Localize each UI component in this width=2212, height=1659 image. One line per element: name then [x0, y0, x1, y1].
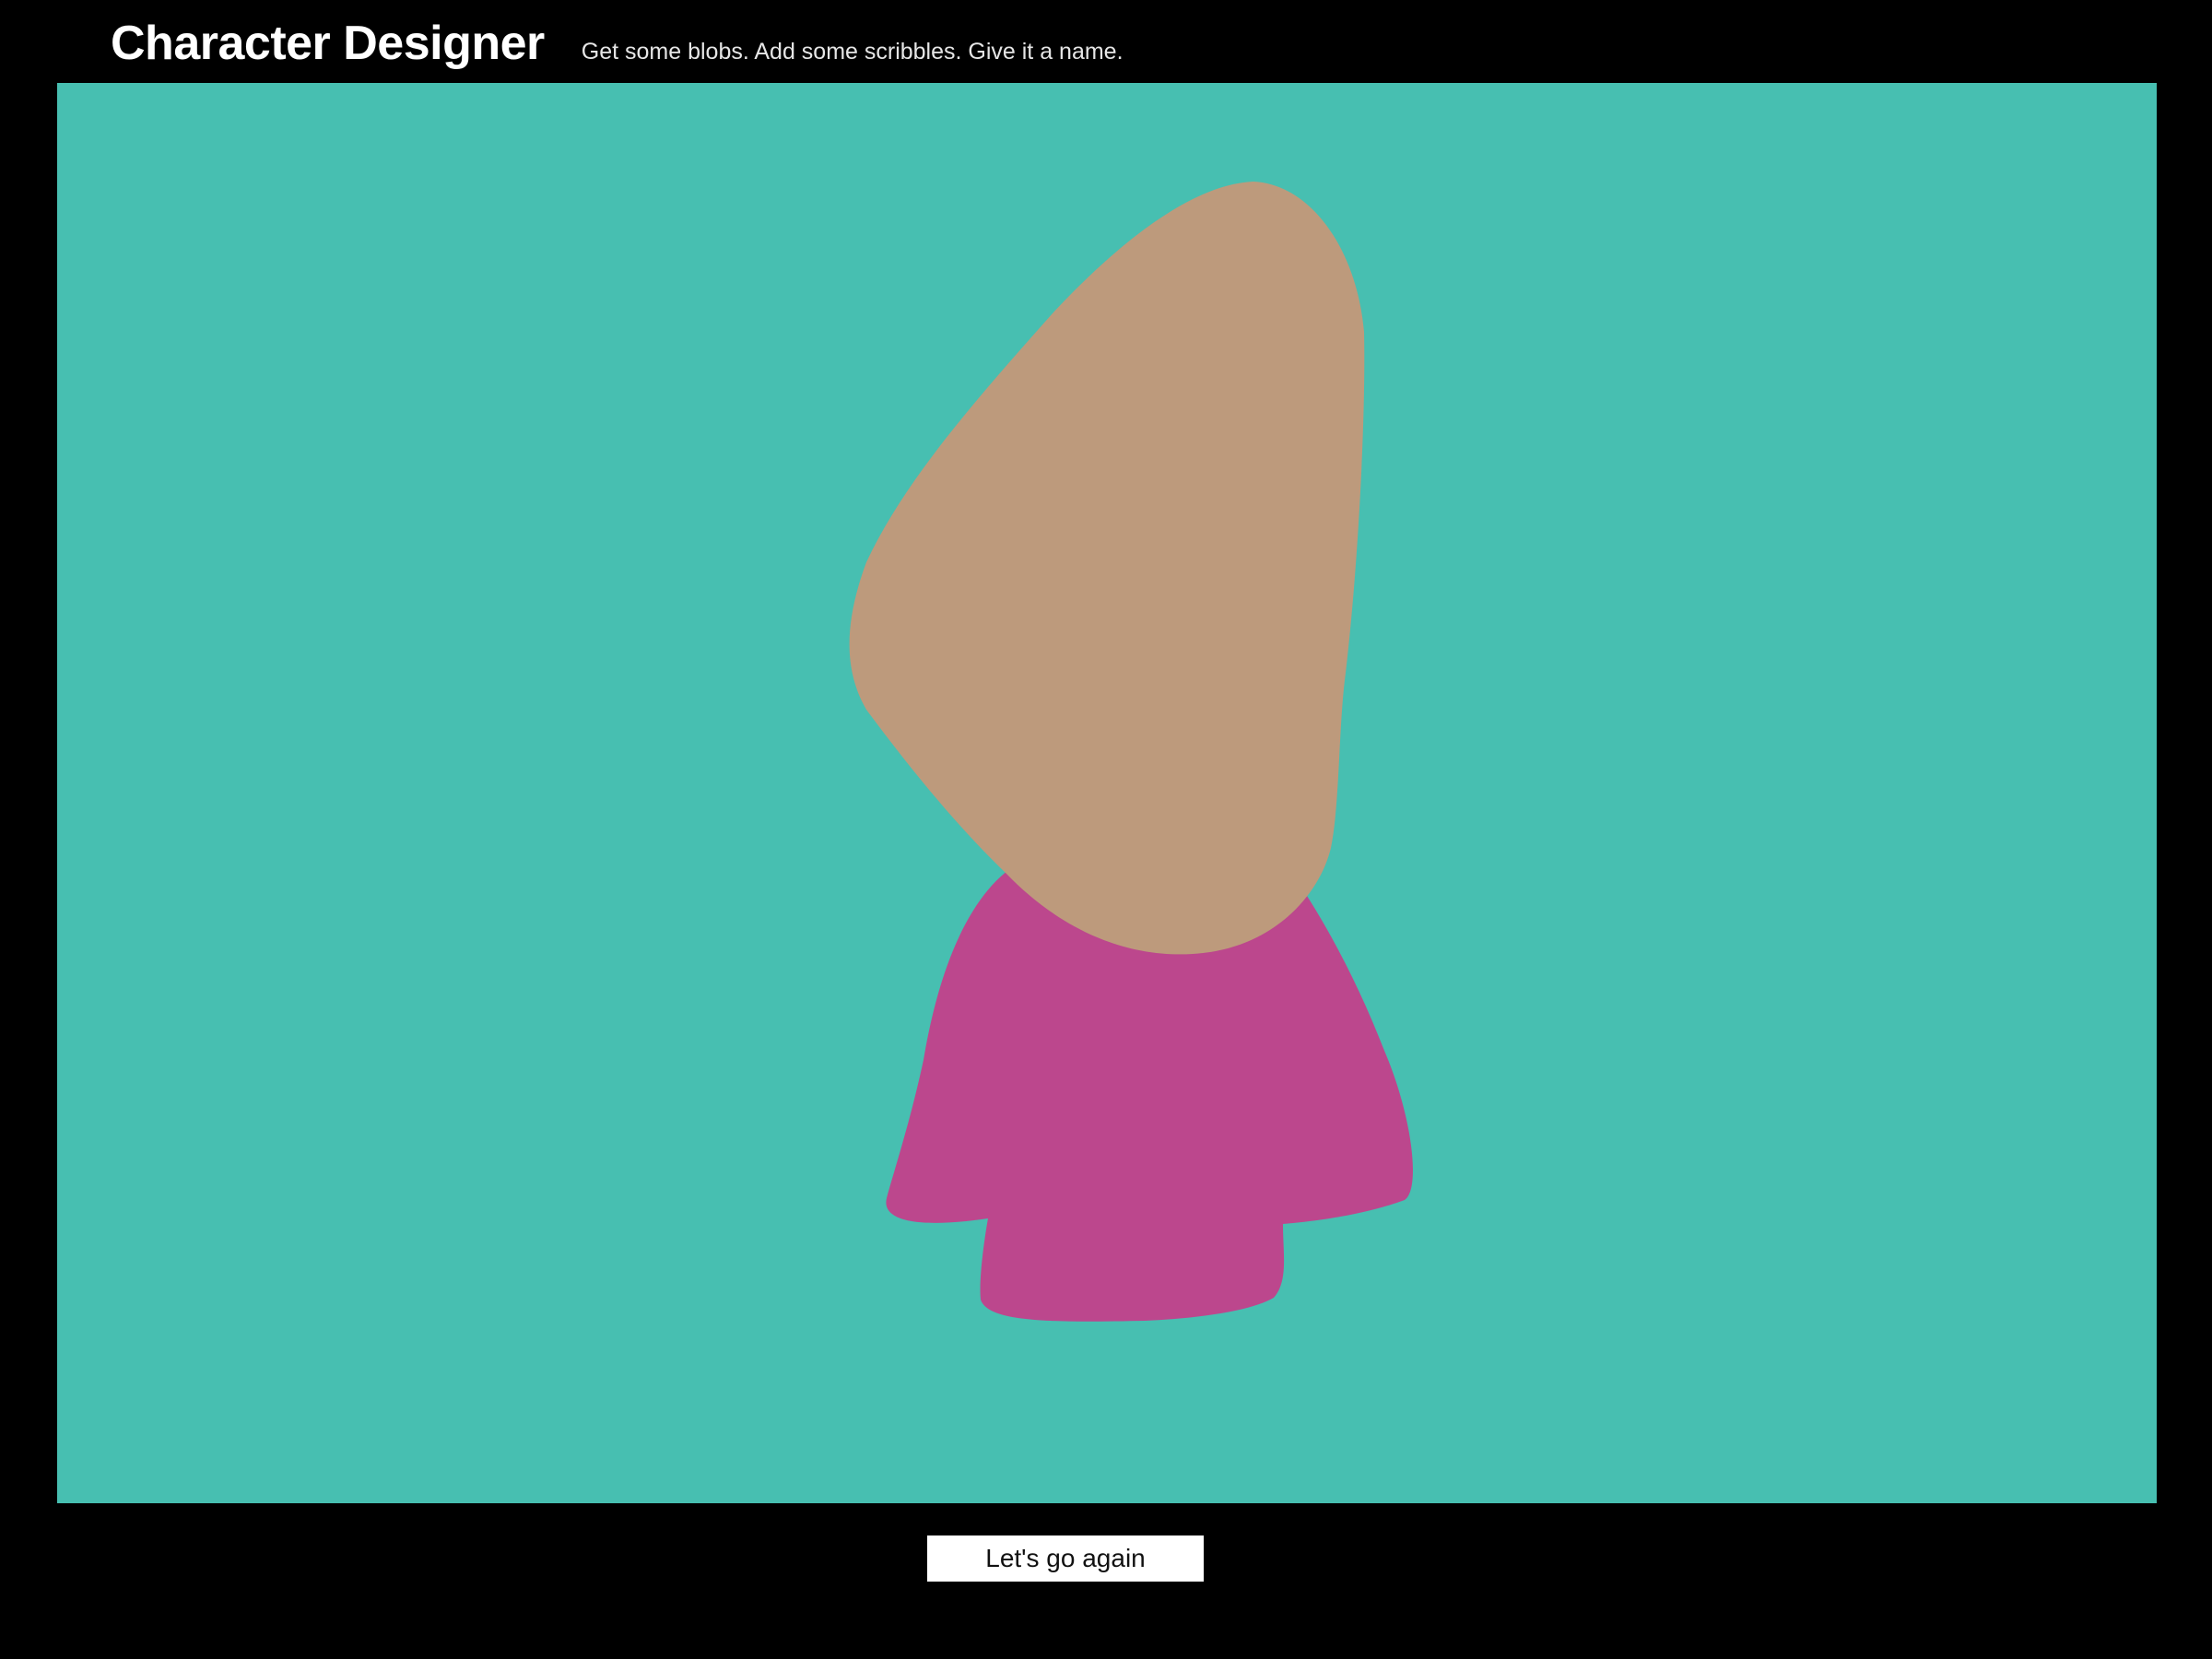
app-page: Character Designer Get some blobs. Add s…: [0, 0, 2212, 1659]
lets-go-again-button[interactable]: Let's go again: [927, 1535, 1204, 1582]
page-subtitle: Get some blobs. Add some scribbles. Give…: [581, 39, 1124, 65]
character-canvas[interactable]: [57, 83, 2157, 1503]
character-drawing: [57, 83, 2157, 1503]
header: Character Designer Get some blobs. Add s…: [111, 13, 1124, 77]
page-title: Character Designer: [111, 17, 545, 70]
